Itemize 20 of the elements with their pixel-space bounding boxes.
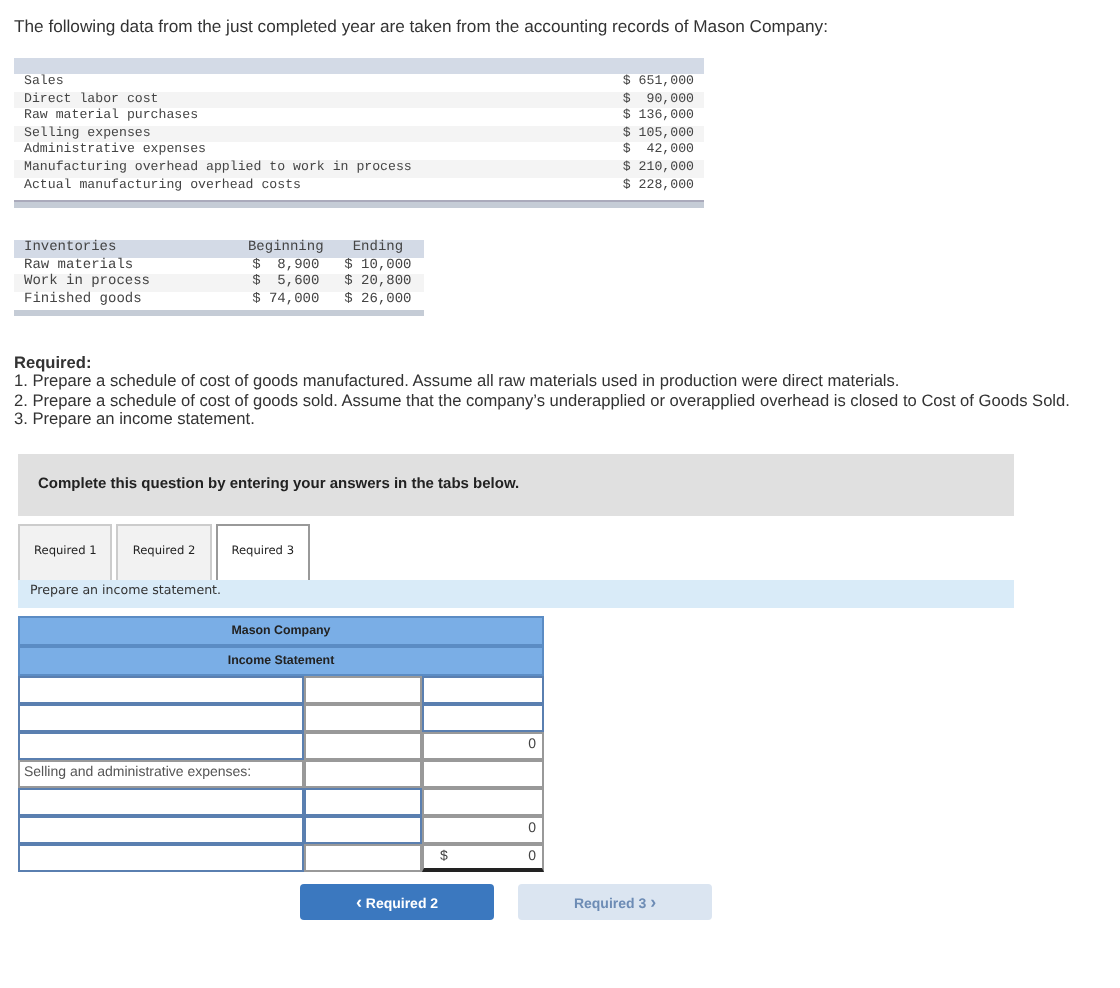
input-field[interactable] xyxy=(304,815,422,844)
table-cell xyxy=(304,703,422,732)
input-field[interactable] xyxy=(422,675,544,704)
input-field[interactable] xyxy=(18,787,304,816)
input-field[interactable] xyxy=(18,703,304,732)
chevron-right-icon: › xyxy=(650,891,657,912)
input-field[interactable] xyxy=(18,731,304,760)
input-field[interactable] xyxy=(18,815,304,844)
table-cell xyxy=(304,675,422,704)
chevron-left-icon: ‹ xyxy=(355,891,362,912)
input-field[interactable] xyxy=(18,675,304,704)
requirement-text: 3. Prepare an income statement. xyxy=(14,410,255,430)
requirement-text: 1. Prepare a schedule of cost of goods manufactured. Assume all raw materials used in production were direct materials. xyxy=(14,372,902,392)
input-field[interactable] xyxy=(18,843,304,872)
intro-text: The following data from the just completed year are taken from the accounting records of Mason Company: xyxy=(14,16,830,36)
requirement-text: 2. Prepare a schedule of cost of goods sold. Assume that the company’s underapplied or overapplied overhead is closed to Cost of Goods Sold. xyxy=(14,391,1070,411)
required-heading: Required: xyxy=(14,353,94,373)
input-field[interactable] xyxy=(304,787,422,816)
table-cell xyxy=(304,759,422,788)
input-field[interactable] xyxy=(422,703,544,732)
